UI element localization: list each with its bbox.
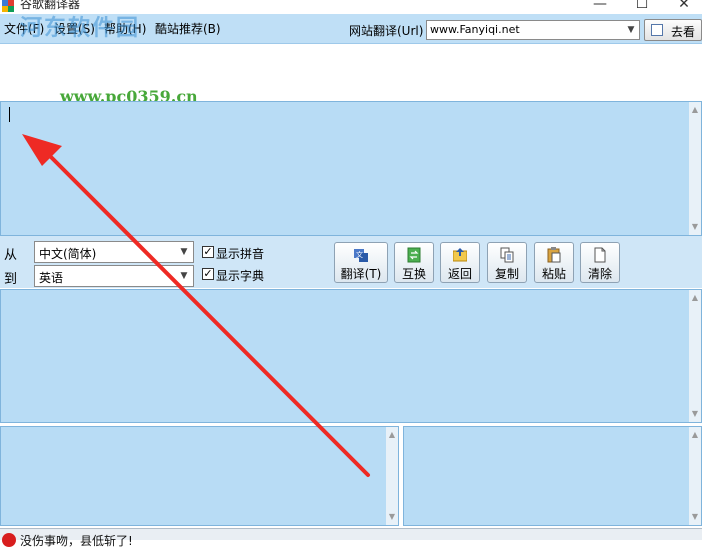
- url-select-value: www.Fanyiqi.net: [430, 23, 520, 36]
- scroll-up-icon[interactable]: ▲: [689, 104, 701, 116]
- scroll-up-icon[interactable]: ▲: [689, 292, 701, 304]
- clear-icon: [594, 247, 606, 263]
- watermark-area: 河东软件园 www.pc0359.cn: [0, 15, 702, 106]
- watermark-logo: 河东软件园: [20, 15, 141, 41]
- scroll-down-icon[interactable]: ▼: [386, 511, 398, 523]
- copy-icon: [500, 247, 514, 263]
- to-language-value: 英语: [39, 271, 64, 285]
- paste-button-label: 粘贴: [541, 267, 566, 281]
- source-scrollbar[interactable]: ▲ ▼: [689, 102, 701, 235]
- maximize-button[interactable]: ☐: [622, 0, 662, 14]
- translate-button-label: 翻译(T): [340, 267, 382, 281]
- to-language-select[interactable]: 英语 ▼: [34, 265, 194, 287]
- goto-button[interactable]: 去看: [644, 19, 702, 41]
- goto-button-label: 去看: [671, 25, 696, 39]
- show-dict-label: 显示字典: [216, 269, 265, 283]
- show-pinyin-checkbox[interactable]: ✓: [202, 246, 214, 258]
- copy-button-label: 复制: [494, 267, 519, 281]
- scroll-down-icon[interactable]: ▼: [689, 408, 701, 420]
- swap-button-label: 互换: [401, 267, 426, 281]
- dictionary-pane[interactable]: ▲ ▼: [403, 426, 702, 526]
- from-language-value: 中文(简体): [39, 247, 97, 261]
- paste-icon: [547, 247, 561, 263]
- svg-text:文: 文: [356, 250, 363, 259]
- minimize-button[interactable]: —: [580, 0, 620, 14]
- copy-button[interactable]: 复制: [487, 242, 527, 283]
- close-button[interactable]: ✕: [664, 0, 702, 14]
- chevron-down-icon[interactable]: ▼: [625, 22, 637, 38]
- status-bar: 没伤事吻，县低斩了!: [0, 528, 702, 548]
- show-dict-checkbox[interactable]: ✓: [202, 268, 214, 280]
- chevron-down-icon[interactable]: ▼: [177, 268, 191, 284]
- clear-button[interactable]: 清除: [580, 242, 620, 283]
- result-text-area[interactable]: ▲ ▼: [0, 289, 702, 423]
- chevron-down-icon[interactable]: ▼: [177, 244, 191, 260]
- swap-button[interactable]: 互换: [394, 242, 434, 283]
- source-text-area[interactable]: ▲ ▼: [0, 101, 702, 236]
- pinyin-scrollbar[interactable]: ▲ ▼: [386, 427, 398, 525]
- status-text: 没伤事吻，县低斩了!: [20, 534, 133, 548]
- clear-button-label: 清除: [587, 267, 612, 281]
- result-scrollbar[interactable]: ▲ ▼: [689, 290, 701, 422]
- back-icon: [453, 248, 467, 262]
- translate-button[interactable]: 文 翻译(T): [334, 242, 388, 283]
- to-label: 到: [4, 272, 18, 287]
- scroll-up-icon[interactable]: ▲: [689, 429, 701, 441]
- from-label: 从: [4, 248, 18, 263]
- pinyin-pane[interactable]: ▲ ▼: [0, 426, 399, 526]
- scroll-down-icon[interactable]: ▼: [689, 221, 701, 233]
- open-page-icon: [651, 24, 663, 36]
- app-icon: [2, 0, 14, 12]
- url-select[interactable]: www.Fanyiqi.net ▼: [426, 20, 640, 40]
- dictionary-scrollbar[interactable]: ▲ ▼: [689, 427, 701, 525]
- back-button[interactable]: 返回: [440, 242, 480, 283]
- swap-icon: [407, 247, 421, 263]
- error-icon: [2, 533, 16, 547]
- text-caret: [9, 107, 10, 122]
- from-language-select[interactable]: 中文(简体) ▼: [34, 241, 194, 263]
- scroll-up-icon[interactable]: ▲: [386, 429, 398, 441]
- paste-button[interactable]: 粘贴: [534, 242, 574, 283]
- menu-recommend[interactable]: 酷站推荐(B): [155, 20, 221, 37]
- back-button-label: 返回: [447, 267, 472, 281]
- show-pinyin-label: 显示拼音: [216, 247, 265, 261]
- translate-icon: 文: [354, 249, 368, 262]
- url-translate-label: 网站翻译(Url): [349, 24, 424, 38]
- scroll-down-icon[interactable]: ▼: [689, 511, 701, 523]
